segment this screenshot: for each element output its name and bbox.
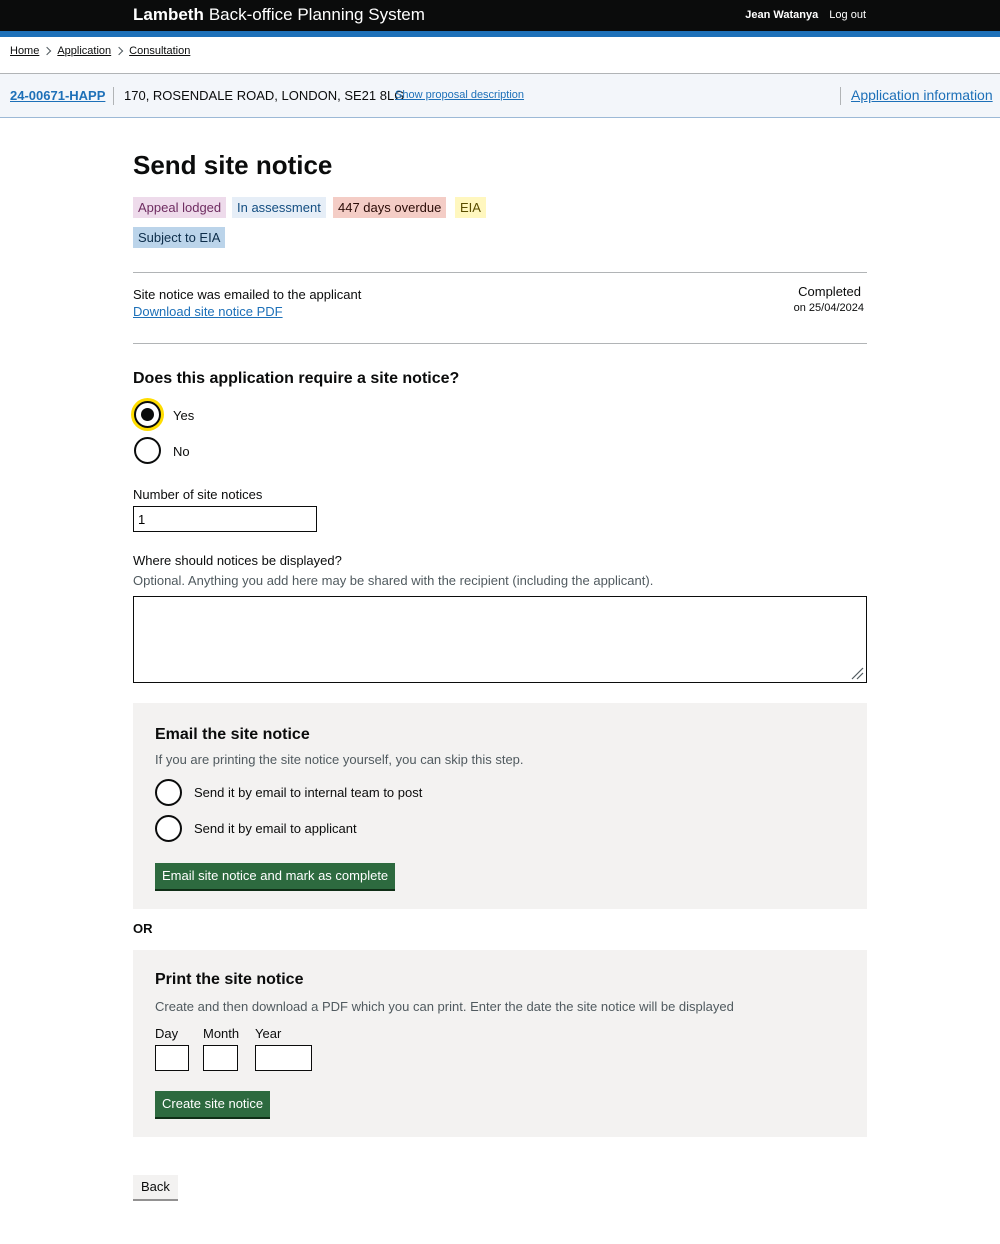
site-notice-required-question: Does this application require a site not… bbox=[133, 370, 460, 387]
back-button[interactable]: Back bbox=[133, 1175, 178, 1199]
print-panel-title: Print the site notice bbox=[155, 971, 304, 988]
radio-yes[interactable] bbox=[134, 401, 161, 428]
radio-selected-icon bbox=[141, 408, 154, 421]
user-nav: Jean Watanya Log out bbox=[745, 9, 866, 21]
number-of-site-notices-label: Number of site notices bbox=[133, 487, 263, 502]
show-proposal-description-link[interactable]: Show proposal description bbox=[395, 89, 524, 101]
radio-email-applicant-label[interactable]: Send it by email to applicant bbox=[194, 821, 357, 836]
status-badge: In assessment bbox=[232, 197, 326, 218]
breadcrumb: Home Application Consultation bbox=[10, 45, 190, 57]
application-address: 170, ROSENDALE ROAD, LONDON, SE21 8LG bbox=[124, 88, 405, 103]
display-location-label: Where should notices be displayed? bbox=[133, 553, 342, 568]
completion-date: on 25/04/2024 bbox=[793, 302, 864, 314]
download-site-notice-link[interactable]: Download site notice PDF bbox=[133, 304, 283, 319]
section-divider bbox=[133, 272, 867, 273]
breadcrumb-home[interactable]: Home bbox=[10, 45, 39, 57]
status-badge: Subject to EIA bbox=[133, 227, 226, 248]
resize-handle-icon[interactable] bbox=[850, 666, 864, 680]
divider bbox=[840, 87, 841, 105]
status-badge: Appeal lodged bbox=[133, 197, 227, 218]
create-site-notice-button[interactable]: Create site notice bbox=[155, 1091, 271, 1117]
section-divider bbox=[133, 343, 867, 344]
print-panel-hint: Create and then download a PDF which you… bbox=[155, 999, 734, 1014]
day-input[interactable] bbox=[155, 1045, 189, 1071]
radio-email-applicant[interactable] bbox=[155, 815, 182, 842]
radio-email-internal-team-label[interactable]: Send it by email to internal team to pos… bbox=[194, 785, 422, 800]
site-notice-summary: Site notice was emailed to the applicant bbox=[133, 287, 362, 302]
status-badge: EIA bbox=[455, 197, 486, 218]
chevron-right-icon bbox=[114, 46, 124, 56]
service-title: Back-office Planning System bbox=[208, 5, 425, 24]
radio-no-label[interactable]: No bbox=[173, 444, 190, 459]
radio-no[interactable] bbox=[134, 437, 161, 464]
application-information-link[interactable]: Application information bbox=[851, 87, 993, 103]
display-location-hint: Optional. Anything you add here may be s… bbox=[133, 573, 654, 588]
application-reference-link[interactable]: 24-00671-HAPP bbox=[10, 88, 105, 103]
day-label: Day bbox=[155, 1026, 179, 1041]
breadcrumb-application[interactable]: Application bbox=[57, 45, 111, 57]
month-label: Month bbox=[203, 1026, 240, 1041]
year-input[interactable] bbox=[255, 1045, 312, 1071]
month-input[interactable] bbox=[203, 1045, 238, 1071]
number-of-site-notices-input[interactable] bbox=[133, 506, 317, 532]
page-title: Send site notice bbox=[133, 150, 333, 180]
header-accent-bar bbox=[0, 31, 1000, 37]
email-panel-hint: If you are printing the site notice your… bbox=[155, 752, 524, 767]
service-name[interactable]: Lambeth Back-office Planning System bbox=[133, 5, 425, 25]
user-name: Jean Watanya bbox=[745, 9, 819, 21]
logout-link[interactable]: Log out bbox=[829, 9, 866, 21]
org-name: Lambeth bbox=[133, 5, 204, 24]
print-site-notice-panel: Print the site notice Create and then do… bbox=[133, 950, 867, 1137]
radio-email-internal-team[interactable] bbox=[155, 779, 182, 806]
email-panel-title: Email the site notice bbox=[155, 726, 310, 743]
chevron-right-icon bbox=[43, 46, 52, 56]
year-label: Year bbox=[255, 1026, 282, 1041]
status-badge: 447 days overdue bbox=[333, 197, 447, 218]
divider bbox=[113, 87, 114, 105]
display-location-textarea[interactable] bbox=[133, 596, 867, 683]
radio-yes-label[interactable]: Yes bbox=[173, 408, 194, 423]
site-header: Lambeth Back-office Planning System Jean … bbox=[0, 0, 1000, 31]
or-separator: OR bbox=[133, 921, 153, 936]
completion-status: Completed bbox=[798, 284, 861, 299]
application-bar: 24-00671-HAPP 170, ROSENDALE ROAD, LONDO… bbox=[0, 73, 1000, 118]
email-site-notice-panel: Email the site notice If you are printin… bbox=[133, 703, 867, 909]
email-site-notice-button[interactable]: Email site notice and mark as complete bbox=[155, 863, 396, 889]
breadcrumb-consultation[interactable]: Consultation bbox=[129, 45, 190, 57]
